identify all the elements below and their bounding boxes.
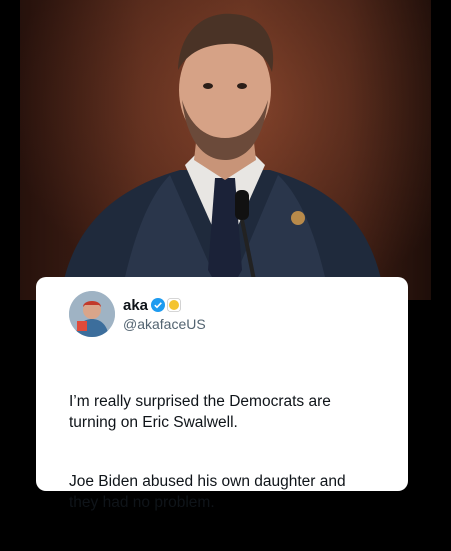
avatar-image (69, 291, 115, 337)
tweet-paragraph-2: Joe Biden abused his own daughter and th… (69, 473, 346, 511)
avatar[interactable] (69, 291, 115, 337)
tweet-header: aka @akafaceUS (69, 291, 394, 337)
tweet-card[interactable]: aka @akafaceUS I’m really surprised the (36, 277, 408, 511)
news-photo (20, 0, 431, 300)
gold-badge-icon (167, 298, 181, 312)
handle[interactable]: @akafaceUS (123, 316, 206, 332)
tweet-text: I’m really surprised the Democrats are t… (69, 370, 394, 551)
verified-check-icon (151, 298, 166, 312)
name-row: aka (123, 297, 206, 314)
display-name[interactable]: aka (123, 297, 148, 314)
user-meta: aka @akafaceUS (123, 297, 206, 332)
man-in-suit-illustration (60, 13, 385, 300)
tweet-paragraph-1: I’m really surprised the Democrats are t… (69, 393, 331, 431)
